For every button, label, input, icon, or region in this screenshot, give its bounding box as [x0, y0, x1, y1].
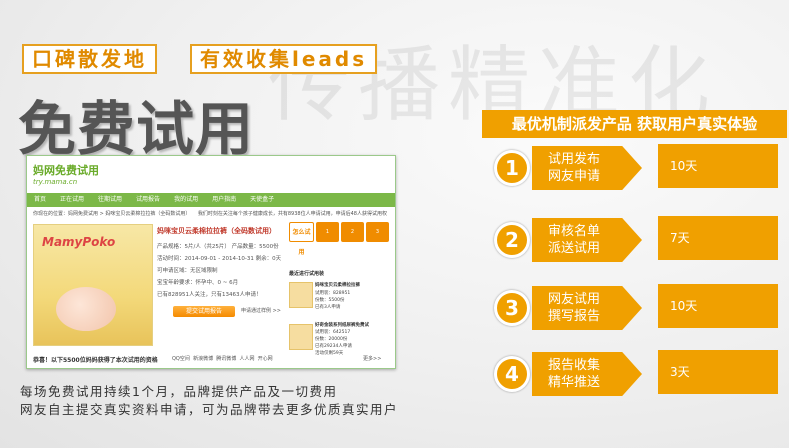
product-title[interactable]: 妈咪宝贝云柔棉拉拉裤（全码数试用）: [157, 226, 276, 236]
step-number: 3: [494, 290, 530, 326]
how-to-label: 怎么试用: [289, 222, 314, 256]
site-nav: 首页 正在试用 往期试用 试用报告 我的试用 用户指南 天使盒子: [27, 193, 395, 207]
step-label-line: 审核名单: [548, 224, 601, 239]
share-qzone[interactable]: QQ空间: [172, 356, 190, 362]
step-label-line: 撰写报告: [548, 309, 601, 324]
recent-item-line: 试用装：828951: [315, 291, 351, 296]
recent-item-name: 妈咪宝贝云柔棉拉拉裤: [315, 283, 360, 288]
share-weibo[interactable]: 新浪微博: [193, 356, 213, 362]
step-number: 2: [494, 222, 530, 258]
share-kaixin[interactable]: 开心网: [258, 356, 273, 362]
nav-item-home[interactable]: 首页: [27, 193, 53, 207]
recent-item-thumb: [289, 282, 313, 308]
baby-photo: [56, 287, 116, 331]
nav-item-reports[interactable]: 试用报告: [129, 193, 167, 207]
product-region: 可申请区域：无区域限制: [157, 268, 218, 274]
process-step-2: 2 审核名单 派送试用 7天: [494, 216, 784, 262]
page-title: 免费试用: [18, 95, 255, 163]
how-to-step-1: 1: [316, 222, 339, 242]
nav-item-my-trials[interactable]: 我的试用: [167, 193, 205, 207]
breadcrumb: 你现在的位置：妈网免费试用 > 妈咪宝贝云柔棉拉拉裤（全码数试用） 我们时刻在关…: [33, 211, 387, 217]
recent-item-line: 已有29234人申请: [315, 344, 352, 349]
tag-collect-leads: 有效收集leads: [190, 44, 378, 74]
recent-trials-title: 最近进行试用装: [289, 271, 325, 277]
tag-word-of-mouth: 口碑散发地: [22, 44, 157, 74]
how-to-step-2: 2: [341, 222, 364, 242]
process-step-4: 4 报告收集 精华推送 3天: [494, 350, 784, 396]
recent-item-line: 份数：5500份: [315, 298, 345, 303]
product-period: 活动时间：2014-09-01 - 2014-10-31 剩余：0天: [157, 256, 282, 262]
nav-item-ongoing[interactable]: 正在试用: [53, 193, 91, 207]
share-renren[interactable]: 人人网: [239, 356, 254, 362]
how-to-step-3: 3: [366, 222, 389, 242]
recent-item-line: 试用装：642517: [315, 330, 351, 335]
step-label-line: 派送试用: [548, 241, 601, 256]
product-image: MamyPoko: [33, 224, 153, 346]
product-stats: 已有828951人关注，只有13463人申请！: [157, 292, 262, 298]
site-logo-url: try.mama.cn: [33, 178, 78, 186]
step-label-arrow: 网友试用 撰写报告: [532, 286, 642, 330]
how-to-steps: 怎么试用 1 2 3: [289, 222, 389, 256]
winners-notice: 恭喜！以下5500位妈妈获得了本次试用的资格: [33, 357, 158, 364]
step-label-line: 网友试用: [548, 292, 601, 307]
nav-item-guide[interactable]: 用户指南: [205, 193, 243, 207]
step-label-line: 网友申请: [548, 169, 601, 184]
product-spec: 产品规格：5片/人（共25片） 产品数量：5500份: [157, 244, 279, 250]
submit-report-button[interactable]: 提交试用报告: [173, 306, 235, 317]
recent-item-name: 好奇金装系列纸尿裤免费试: [315, 323, 369, 328]
recent-item[interactable]: 好奇金装系列纸尿裤免费试 试用装：642517 份数：20000份 已有2923…: [289, 322, 389, 358]
step-label-arrow: 报告收集 精华推送: [532, 352, 642, 396]
more-link[interactable]: 更多>>: [363, 355, 381, 362]
nav-item-past[interactable]: 往期试用: [91, 193, 129, 207]
process-step-3: 3 网友试用 撰写报告 10天: [494, 284, 784, 330]
product-brand-logo: MamyPoko: [42, 235, 116, 249]
trial-site-screenshot: 妈网免费试用 try.mama.cn 首页 正在试用 往期试用 试用报告 我的试…: [26, 155, 396, 369]
share-links: QQ空间 新浪微博 腾讯微博 人人网 开心网: [172, 355, 273, 362]
process-step-1: 1 试用发布 网友申请 10天: [494, 144, 784, 190]
recent-item-line: 份数：20000份: [315, 337, 348, 342]
example-link[interactable]: 申请通过样例 >>: [241, 307, 281, 314]
step-duration: 7天: [658, 216, 778, 260]
step-duration: 3天: [658, 350, 778, 394]
recent-item-line: 已有3人申请: [315, 305, 341, 310]
step-duration: 10天: [658, 284, 778, 328]
step-label-line: 报告收集: [548, 358, 601, 373]
caption-line-2: 网友自主提交真实资料申请，可为品牌带去更多优质真实用户: [20, 402, 399, 417]
step-duration: 10天: [658, 144, 778, 188]
product-age: 宝宝年龄要求：怀孕中、0 ~ 6月: [157, 280, 239, 286]
recent-item-line: 活动仅剩59天: [315, 351, 344, 356]
site-logo-text: 妈网免费试用: [33, 164, 99, 177]
nav-item-angel-box[interactable]: 天使盒子: [243, 193, 281, 207]
step-number: 4: [494, 356, 530, 392]
recent-item[interactable]: 妈咪宝贝云柔棉拉拉裤 试用装：828951 份数：5500份 已有3人申请: [289, 280, 389, 316]
caption-line-1: 每场免费试用持续1个月，品牌提供产品及一切费用: [20, 384, 338, 399]
share-tencent-weibo[interactable]: 腾讯微博: [216, 356, 236, 362]
step-number: 1: [494, 150, 530, 186]
site-logo: 妈网免费试用 try.mama.cn: [33, 162, 99, 186]
step-label-arrow: 审核名单 派送试用: [532, 218, 642, 262]
step-label-arrow: 试用发布 网友申请: [532, 146, 642, 190]
step-label-line: 试用发布: [548, 152, 601, 167]
process-banner: 最优机制派发产品 获取用户真实体验: [482, 110, 787, 138]
recent-item-thumb: [289, 324, 313, 350]
step-label-line: 精华推送: [548, 375, 601, 390]
